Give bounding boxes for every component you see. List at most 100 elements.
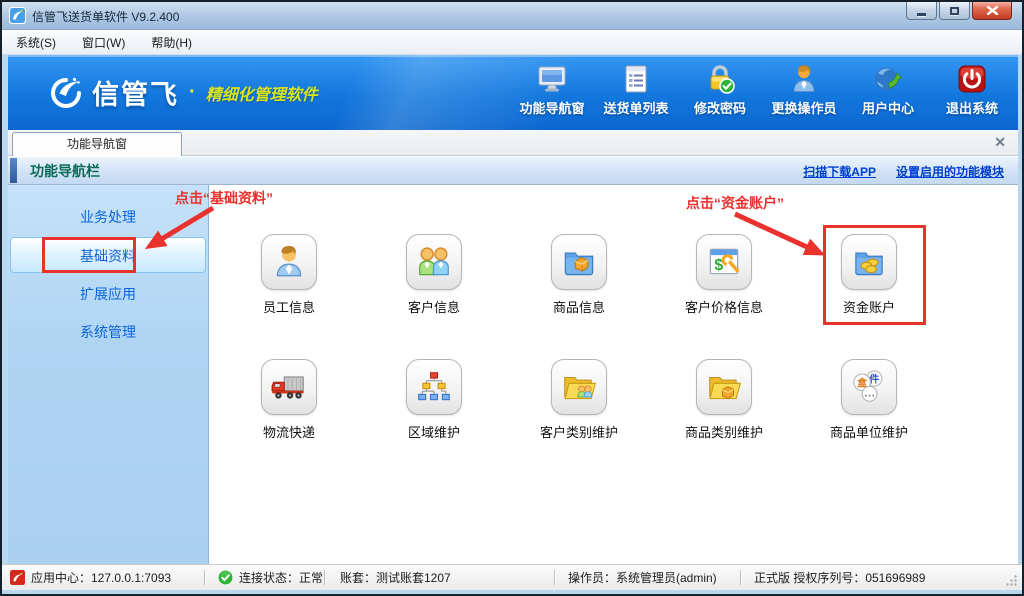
toolbar-buttons: 功能导航窗 送货单列表 [510,63,1014,125]
grid-item-label: 客户类别维护 [519,422,639,441]
sidebar-item-extensions[interactable]: 扩展应用 [10,276,206,312]
maximize-icon [950,7,959,15]
content-area: 业务处理 基础资料 扩展应用 系统管理 员工信息 [8,185,1018,564]
status-license: 正式版 授权序列号：051696989 [754,565,925,590]
status-account-set-text: 账套：测试账套1207 [340,569,451,586]
toolbar-button-label: 修改密码 [694,98,746,117]
toolbar-button-delivery-list[interactable]: 送货单列表 [594,63,678,125]
employee-icon [261,234,317,290]
status-app-center: 应用中心：127.0.0.1:7093 [10,565,171,590]
sidebar-item-basic-data[interactable]: 基础资料 [10,237,206,273]
grid-item-label: 商品单位维护 [809,422,929,441]
menu-bar: 系统(S) 窗口(W) 帮助(H) [2,30,1022,55]
grid-item-logistics-express[interactable]: 物流快递 [229,359,349,441]
product-category-folder-icon [696,359,752,415]
sidebar-item-business[interactable]: 业务处理 [10,199,206,235]
tab-close-icon[interactable]: ✕ [994,134,1006,150]
resize-grip[interactable] [1005,574,1018,587]
status-divider [204,570,205,585]
password-lock-icon [704,63,736,95]
grid-item-label: 资金账户 [809,297,929,316]
app-logo-icon [10,570,25,585]
exit-power-icon [956,63,988,95]
monitor-icon [536,63,568,95]
toolbar-button-user-center[interactable]: 用户中心 [846,63,930,125]
link-enable-modules-settings[interactable]: 设置启用的功能模块 [896,163,1004,180]
customer-category-folder-icon [551,359,607,415]
grid-item-product-category[interactable]: 商品类别维护 [664,359,784,441]
window-title: 信管飞送货单软件 V9.2.400 [32,8,179,25]
nav-header-title: 功能导航栏 [30,157,100,185]
status-operator: 操作员：系统管理员(admin) [568,565,717,590]
grid-item-region-maintenance[interactable]: 区域维护 [374,359,494,441]
link-scan-download-app[interactable]: 扫描下载APP [803,163,876,180]
brand-name: 信管飞 [92,73,179,112]
funds-folder-icon [841,234,897,290]
toolbar-button-change-password[interactable]: 修改密码 [678,63,762,125]
grid-item-label: 区域维护 [374,422,494,441]
toolbar-button-label: 退出系统 [946,98,998,117]
minimize-button[interactable] [906,2,937,20]
grid-item-label: 员工信息 [229,297,349,316]
price-settings-icon: $ [696,234,752,290]
grid-item-label: 商品类别维护 [664,422,784,441]
status-divider [324,570,325,585]
customers-icon [406,234,462,290]
toolbar-button-label: 送货单列表 [603,98,668,117]
toolbar: 信管飞 · 精细化管理软件 功能导航窗 [8,55,1018,130]
grid-item-label: 客户价格信息 [664,297,784,316]
menu-system[interactable]: 系统(S) [16,34,56,51]
grid-item-funds-account[interactable]: 资金账户 [809,234,929,316]
tab-function-nav-window[interactable]: 功能导航窗 [12,132,182,156]
close-icon [987,6,998,15]
nav-header: 功能导航栏 扫描下载APP 设置启用的功能模块 [8,156,1018,185]
status-operator-text: 操作员：系统管理员(admin) [568,569,717,586]
toolbar-button-switch-operator[interactable]: 更换操作员 [762,63,846,125]
brand-separator: · [189,81,196,104]
toolbar-button-function-nav[interactable]: 功能导航窗 [510,63,594,125]
close-button[interactable] [972,2,1012,20]
toolbar-button-label: 功能导航窗 [519,98,584,117]
tab-label: 功能导航窗 [67,137,127,151]
delivery-list-icon [620,63,652,95]
grid-item-customer-info[interactable]: 客户信息 [374,234,494,316]
logistics-truck-icon [261,359,317,415]
product-unit-icon: 件 盒 … [841,359,897,415]
grid-item-label: 物流快递 [229,422,349,441]
grid-item-customer-price-info[interactable]: $ 客户价格信息 [664,234,784,316]
toolbar-button-exit-system[interactable]: 退出系统 [930,63,1014,125]
menu-help[interactable]: 帮助(H) [151,34,192,51]
status-account-set: 账套：测试账套1207 [340,565,451,590]
window-bottom-frame [2,590,1022,594]
app-icon [9,7,26,24]
maximize-button[interactable] [939,2,970,20]
grid-item-product-unit[interactable]: 件 盒 … 商品单位维护 [809,359,929,441]
brand: 信管飞 · 精细化管理软件 [48,73,318,112]
status-connection-text: 连接状态：正常 [239,569,323,586]
toolbar-button-label: 用户中心 [862,98,914,117]
status-bar: 应用中心：127.0.0.1:7093 连接状态：正常 账套：测试账套1207 … [2,564,1022,590]
grid-item-employee-info[interactable]: 员工信息 [229,234,349,316]
status-app-center-text: 应用中心：127.0.0.1:7093 [31,569,171,586]
product-folder-icon [551,234,607,290]
status-divider [740,570,741,585]
grid-item-customer-category[interactable]: 客户类别维护 [519,359,639,441]
sidebar-item-system[interactable]: 系统管理 [10,314,206,350]
toolbar-button-label: 更换操作员 [771,98,836,117]
menu-window[interactable]: 窗口(W) [82,34,125,51]
svg-text:…: … [864,387,876,400]
user-center-globe-icon [872,63,904,95]
status-divider [554,570,555,585]
minimize-icon [917,13,926,16]
green-check-icon [218,570,233,585]
nav-header-accent [10,158,17,183]
grid-item-product-info[interactable]: 商品信息 [519,234,639,316]
grid-item-label: 商品信息 [519,297,639,316]
status-connection: 连接状态：正常 [218,565,323,590]
status-license-text: 正式版 授权序列号：051696989 [754,569,925,586]
sidebar: 业务处理 基础资料 扩展应用 系统管理 [8,185,209,564]
title-bar: 信管飞送货单软件 V9.2.400 [2,2,1022,30]
tab-strip: 功能导航窗 ✕ [8,130,1018,156]
brand-logo-icon [48,75,84,111]
region-tree-icon [406,359,462,415]
